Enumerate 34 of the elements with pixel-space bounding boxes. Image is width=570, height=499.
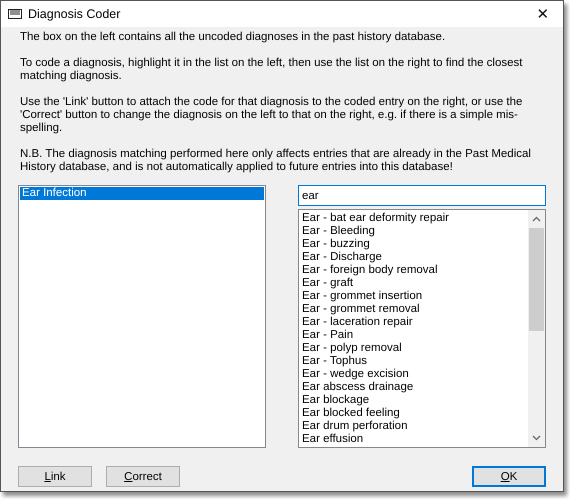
keyboard-icon — [8, 9, 22, 19]
instruction-text: Use the 'Link' button to attach the code for that diagnosis to the coded entry on the right, or use the 'Correct' button to change the diagnosis on the left to that on the right, e.g. if there is a simple mis-spelling. — [20, 96, 524, 135]
list-item[interactable]: Ear - graft — [300, 277, 527, 290]
list-item[interactable]: Ear - Bleeding — [300, 225, 527, 238]
list-item[interactable]: Ear - grommet removal — [300, 303, 527, 316]
scrollbar[interactable] — [528, 210, 545, 447]
list-item[interactable]: Ear Infection — [20, 187, 264, 200]
list-item[interactable]: Ear - buzzing — [300, 238, 527, 251]
scroll-thumb[interactable] — [529, 228, 544, 331]
list-item[interactable]: Ear blockage — [300, 394, 527, 407]
list-item[interactable]: Ear - Discharge — [300, 251, 527, 264]
list-item[interactable]: Ear - foreign body removal — [300, 264, 527, 277]
dialog-button[interactable]: Correct — [106, 466, 180, 487]
list-item[interactable]: Ear - grommet insertion — [300, 290, 527, 303]
list-item[interactable]: Ear - bat ear deformity repair — [300, 212, 527, 225]
list-item[interactable]: Ear drum perforation — [300, 420, 527, 433]
scroll-down-icon[interactable] — [532, 435, 541, 441]
close-button[interactable]: ✕ — [523, 1, 563, 27]
list-item[interactable]: Ear - wedge excision — [300, 368, 527, 381]
window-title: Diagnosis Coder — [28, 7, 122, 21]
list-item[interactable]: Ear - Pain — [300, 329, 527, 342]
instruction-text: The box on the left contains all the uncoded diagnoses in the past history database. — [20, 31, 446, 44]
list-item[interactable]: Ear effusion — [300, 433, 527, 446]
dialog-button[interactable]: OK — [472, 466, 546, 487]
list-item[interactable]: Ear blocked feeling — [300, 407, 527, 420]
list-item[interactable]: Ear - laceration repair — [300, 316, 527, 329]
list-item[interactable]: Ear - Tophus — [300, 355, 527, 368]
instruction-text: To code a diagnosis, highlight it in the list on the left, then use the list on the right to find the closest matching diagnosis. — [20, 57, 524, 83]
dialog-button[interactable]: Link — [18, 466, 92, 487]
instruction-text: N.B. The diagnosis matching performed here only affects entries that are already in the Past Medical History database, and is not automatically applied to future entries into this database! — [20, 148, 532, 174]
list-item[interactable]: Ear abscess drainage — [300, 381, 527, 394]
scroll-up-icon[interactable] — [532, 216, 541, 222]
list-item[interactable]: Ear - polyp removal — [300, 342, 527, 355]
search-field[interactable]: ear — [298, 185, 546, 206]
